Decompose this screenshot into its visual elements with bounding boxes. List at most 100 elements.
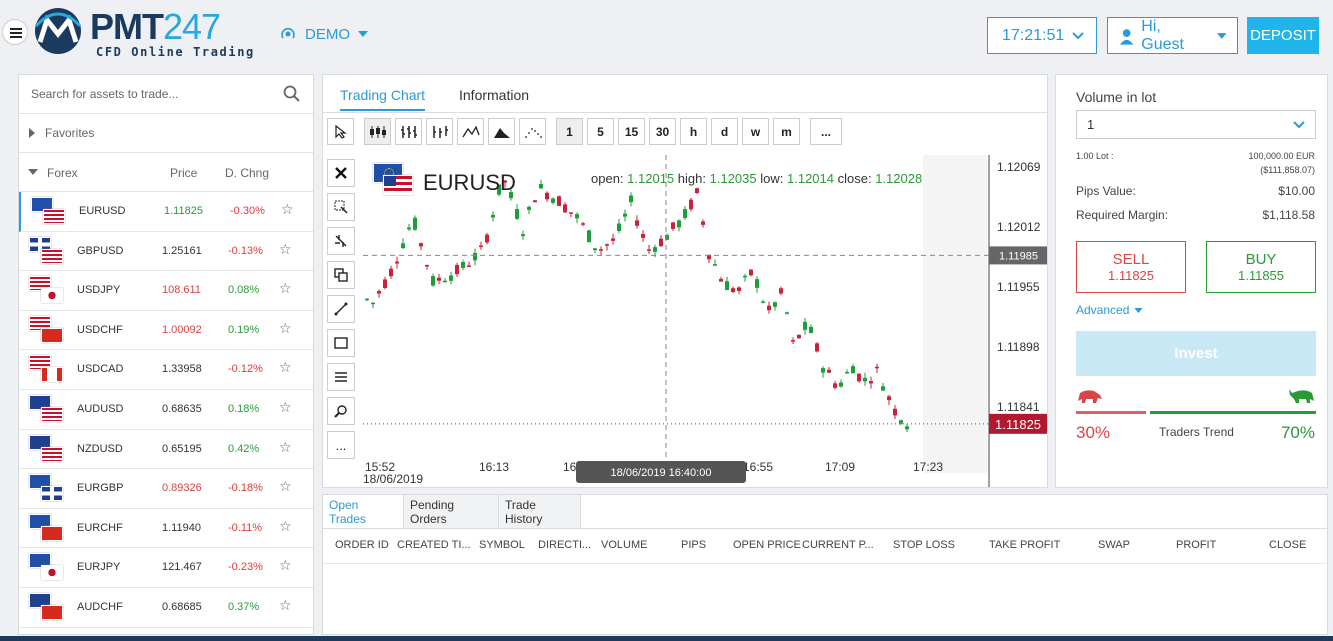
star-icon[interactable]: ☆ [279, 320, 292, 337]
more-tools-button[interactable]: ... [810, 118, 842, 145]
column-header[interactable]: VOLUME [601, 539, 647, 551]
dot-chart-icon[interactable] [519, 118, 546, 145]
asset-row-usdchf[interactable]: USDCHF 1.00092 0.19% ☆ [19, 311, 313, 351]
timeframe-h-button[interactable]: h [680, 118, 707, 145]
ohlc-bars-icon[interactable] [395, 118, 422, 145]
ca-flag-icon [41, 367, 63, 383]
candle-body [731, 288, 735, 293]
asset-row-audchf[interactable]: AUDCHF 0.68685 0.37% ☆ [19, 588, 313, 628]
more-drawing-tools-button[interactable]: ... [327, 431, 355, 459]
asset-change: -0.23% [228, 561, 263, 574]
trendline-icon[interactable] [327, 295, 355, 323]
asset-search[interactable]: Search for assets to trade... [19, 75, 313, 114]
cursor-tool-icon[interactable] [327, 118, 354, 145]
account-mode-label: DEMO [305, 25, 350, 43]
y-tick-label: 1.11898 [997, 340, 1040, 354]
account-mode-dropdown[interactable]: DEMO [279, 25, 368, 43]
tab-open-trades[interactable]: Open Trades [323, 495, 404, 528]
deposit-button[interactable]: DEPOSIT [1247, 17, 1319, 54]
asset-row-nzdusd[interactable]: NZDUSD 0.65195 0.42% ☆ [19, 430, 313, 470]
select-zoom-icon[interactable] [327, 193, 355, 221]
lot-usd-value: ($111,858.07) [1260, 165, 1315, 175]
star-icon[interactable]: ☆ [279, 518, 292, 535]
asset-symbol: NZDUSD [77, 442, 123, 455]
advanced-toggle[interactable]: Advanced [1076, 303, 1144, 317]
asset-row-eurgbp[interactable]: EURGBP 0.89326 -0.18% ☆ [19, 469, 313, 509]
star-icon[interactable]: ☆ [279, 478, 292, 495]
column-header[interactable]: PROFIT [1176, 539, 1216, 551]
star-icon[interactable]: ☆ [279, 557, 292, 574]
asset-change: -0.11% [228, 521, 263, 534]
asset-row-usdjpy[interactable]: USDJPY 108.611 0.08% ☆ [19, 271, 313, 311]
tab-trade-history[interactable]: Trade History [499, 495, 581, 528]
hlc-bars-icon[interactable] [426, 118, 453, 145]
tab-information[interactable]: Information [459, 87, 529, 103]
star-icon[interactable]: ☆ [279, 241, 292, 258]
forex-group-header[interactable]: Forex Price D. Chng [19, 153, 313, 192]
column-header[interactable]: TAKE PROFIT [989, 539, 1060, 551]
candle-body [689, 199, 693, 210]
timeframe-15-button[interactable]: 15 [618, 118, 645, 145]
favorites-group[interactable]: Favorites [19, 114, 313, 153]
user-menu[interactable]: Hi, Guest [1107, 17, 1238, 54]
star-icon[interactable]: ☆ [279, 439, 292, 456]
buy-button[interactable]: BUY 1.11855 [1206, 241, 1316, 293]
candle-body [845, 371, 849, 374]
asset-change: -0.18% [228, 482, 263, 495]
star-icon[interactable]: ☆ [279, 359, 292, 376]
column-header[interactable]: SWAP [1098, 539, 1130, 551]
search-icon[interactable] [283, 85, 301, 103]
candle-body [869, 381, 873, 384]
timeframe-5-button[interactable]: 5 [587, 118, 614, 145]
search-input[interactable]: Search for assets to trade... [31, 87, 178, 101]
magnet-icon[interactable] [327, 227, 355, 255]
candlestick-icon[interactable] [364, 118, 391, 145]
volume-select[interactable]: 1 [1076, 110, 1316, 139]
asset-row-eurchf[interactable]: EURCHF 1.11940 -0.11% ☆ [19, 509, 313, 549]
candle-body [533, 200, 537, 203]
horizontal-lines-icon[interactable] [327, 363, 355, 391]
column-header[interactable]: ORDER ID [335, 539, 389, 551]
timeframe-d-button[interactable]: d [711, 118, 738, 145]
star-icon[interactable]: ☆ [281, 201, 294, 218]
clock-dropdown[interactable]: 17:21:51 [987, 17, 1097, 54]
menu-icon[interactable] [2, 19, 28, 45]
star-icon[interactable]: ☆ [279, 399, 292, 416]
asset-row-usdcad[interactable]: USDCAD 1.33958 -0.12% ☆ [19, 350, 313, 390]
star-icon[interactable]: ☆ [279, 280, 292, 297]
candle-body [755, 279, 759, 288]
invest-button[interactable]: Invest [1076, 331, 1316, 376]
rectangle-icon[interactable] [327, 329, 355, 357]
timeframe-1-button[interactable]: 1 [556, 118, 583, 145]
tab-pending-orders[interactable]: Pending Orders [404, 495, 499, 528]
timeframe-30-button[interactable]: 30 [649, 118, 676, 145]
zoom-icon[interactable] [327, 397, 355, 425]
asset-symbol: AUDCHF [77, 600, 123, 613]
asset-list-panel: Search for assets to trade... Favorites … [18, 74, 314, 635]
candle-body [797, 334, 801, 339]
area-chart-icon[interactable] [488, 118, 515, 145]
sell-button[interactable]: SELL 1.11825 [1076, 241, 1186, 293]
column-header[interactable]: CREATED TI... [397, 539, 471, 551]
column-header[interactable]: SYMBOL [479, 539, 525, 551]
candle-body [647, 249, 651, 251]
column-header[interactable]: CURRENT P... [802, 539, 874, 551]
asset-row-gbpusd[interactable]: GBPUSD 1.25161 -0.13% ☆ [19, 232, 313, 272]
column-header[interactable]: DIRECTI... [538, 539, 591, 551]
timeframe-w-button[interactable]: w [742, 118, 769, 145]
column-header[interactable]: OPEN PRICE [733, 539, 801, 551]
asset-row-eurusd[interactable]: EURUSD 1.11825 -0.30% ☆ [19, 192, 313, 232]
star-icon[interactable]: ☆ [279, 597, 292, 614]
column-header[interactable]: PIPS [681, 539, 706, 551]
price-chart[interactable]: 1.12069 1.12012 1.11955 1.11898 1.11841 1.119… [363, 155, 1047, 487]
tab-trading-chart[interactable]: Trading Chart [340, 87, 426, 111]
column-header[interactable]: STOP LOSS [893, 539, 955, 551]
candle-body [443, 280, 447, 283]
line-chart-icon[interactable] [457, 118, 484, 145]
column-header[interactable]: CLOSE [1269, 539, 1306, 551]
layers-icon[interactable] [327, 261, 355, 289]
close-icon[interactable] [327, 159, 355, 187]
timeframe-m-button[interactable]: m [773, 118, 800, 145]
asset-row-eurjpy[interactable]: EURJPY 121.467 -0.23% ☆ [19, 548, 313, 588]
asset-row-audusd[interactable]: AUDUSD 0.68635 0.18% ☆ [19, 390, 313, 430]
